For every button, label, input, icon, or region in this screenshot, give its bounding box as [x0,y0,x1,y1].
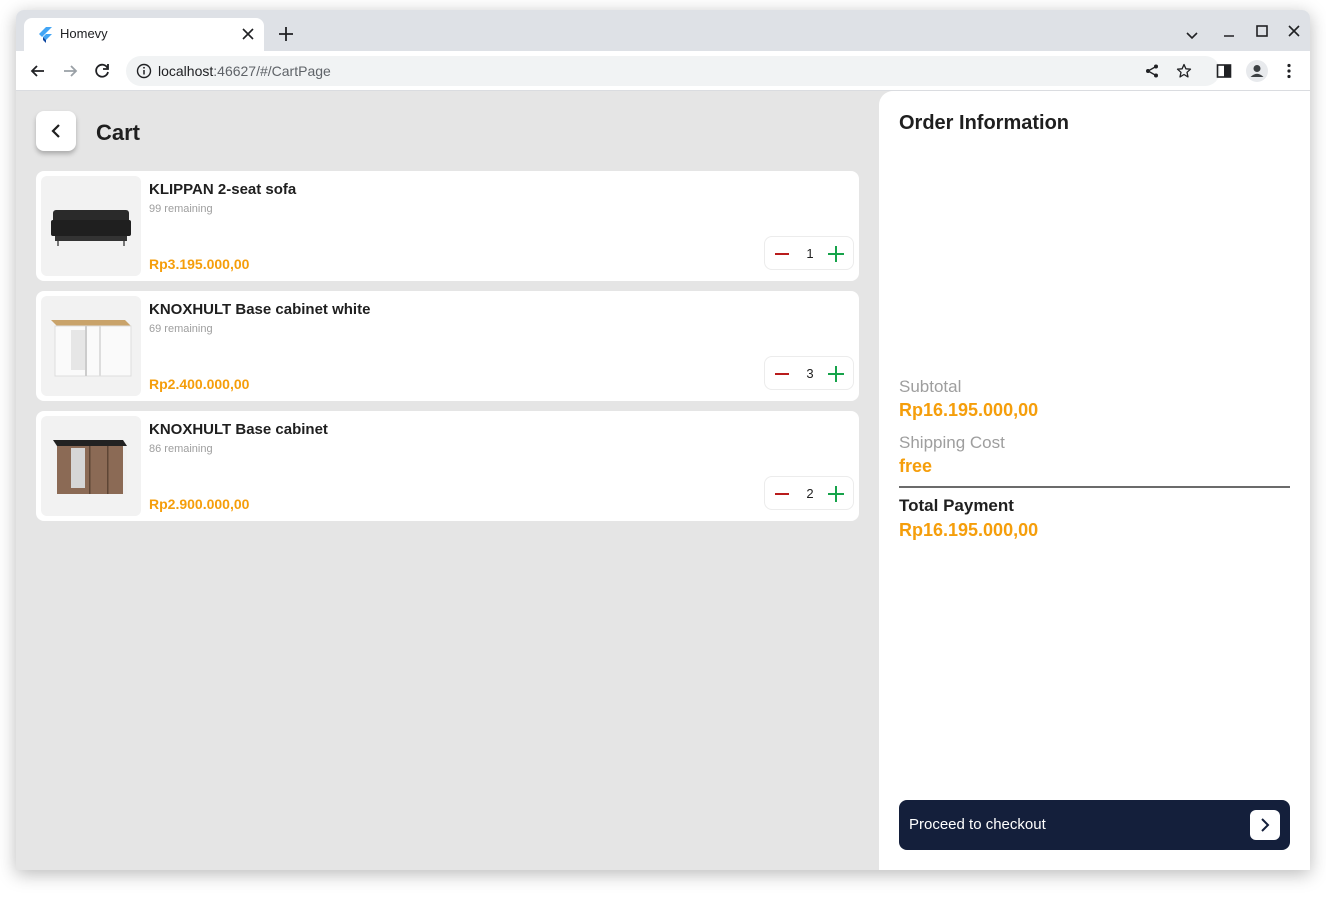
divider [899,486,1290,488]
quantity-stepper: 3 [764,356,854,390]
quantity-value: 2 [806,486,814,501]
minimize-icon[interactable] [1220,24,1238,42]
info-icon[interactable] [136,63,152,79]
page-title: Cart [96,120,141,145]
subtotal-value: Rp16.195.000,00 [899,400,1039,420]
cart-item: KNOXHULT Base cabinet white 69 remaining… [36,291,859,401]
product-name: KNOXHULT Base cabinet [149,421,328,438]
product-remaining: 86 remaining [149,443,213,455]
product-price: Rp2.900.000,00 [149,496,250,512]
url-path: :46627/#/CartPage [213,63,331,79]
quantity-value: 1 [806,246,814,261]
product-remaining: 69 remaining [149,323,213,335]
checkout-arrow [1250,810,1280,840]
browser-window: Homevy localhost:46627/#/CartPage Cart K… [16,10,1310,870]
plus-icon[interactable] [827,485,845,503]
url-host: localhost [158,63,214,79]
share-icon[interactable] [1144,63,1160,79]
tab-title: Homevy [60,26,108,41]
quantity-value: 3 [806,366,814,381]
star-icon[interactable] [1176,63,1192,79]
subtotal-label: Subtotal [899,377,962,396]
plus-icon[interactable] [827,245,845,263]
product-name: KLIPPAN 2-seat sofa [149,181,297,198]
plus-icon[interactable] [827,365,845,383]
order-title: Order Information [899,112,1070,134]
product-image-sofa [41,176,141,276]
page-content: Cart KLIPPAN 2-seat sofa 99 remaining Rp… [16,91,1310,870]
minus-icon[interactable] [774,366,790,382]
kebab-menu-icon[interactable] [1279,61,1299,81]
url-text: localhost:46627/#/CartPage [158,63,331,79]
tab-homevy[interactable]: Homevy [24,18,264,51]
total-value: Rp16.195.000,00 [899,520,1039,540]
maximize-icon[interactable] [1253,22,1271,40]
product-name: KNOXHULT Base cabinet white [149,301,371,318]
product-image-cabinet-white [41,296,141,396]
chevron-right-icon [1261,818,1270,832]
new-tab-plus-icon[interactable] [276,24,296,44]
side-panel-icon[interactable] [1214,61,1234,81]
forward-arrow-icon[interactable] [60,61,80,81]
chevron-left-icon [51,124,60,138]
shipping-label: Shipping Cost [899,433,1005,452]
flutter-favicon-icon [39,27,52,43]
tab-strip: Homevy [16,10,1310,51]
address-bar[interactable]: localhost:46627/#/CartPage [126,56,1220,86]
back-arrow-icon[interactable] [28,61,48,81]
profile-icon[interactable] [1245,59,1269,83]
minus-icon[interactable] [774,486,790,502]
quantity-stepper: 2 [764,476,854,510]
total-label: Total Payment [899,496,1014,515]
order-information-panel: Order Information Subtotal Rp16.195.000,… [879,91,1310,870]
cart-item: KNOXHULT Base cabinet 86 remaining Rp2.9… [36,411,859,521]
reload-icon[interactable] [92,61,112,81]
quantity-stepper: 1 [764,236,854,270]
close-icon[interactable] [240,26,256,42]
product-price: Rp2.400.000,00 [149,376,250,392]
window-close-icon[interactable] [1285,22,1303,40]
back-button[interactable] [36,111,76,151]
product-remaining: 99 remaining [149,203,213,215]
shipping-value: free [899,456,933,476]
cart-item: KLIPPAN 2-seat sofa 99 remaining Rp3.195… [36,171,859,281]
product-price: Rp3.195.000,00 [149,256,250,272]
proceed-to-checkout-button[interactable]: Proceed to checkout [899,800,1290,850]
checkout-label: Proceed to checkout [909,816,1046,833]
minus-icon[interactable] [774,246,790,262]
browser-toolbar: localhost:46627/#/CartPage [16,51,1310,91]
product-image-cabinet [41,416,141,516]
chevron-down-icon[interactable] [1183,26,1201,44]
